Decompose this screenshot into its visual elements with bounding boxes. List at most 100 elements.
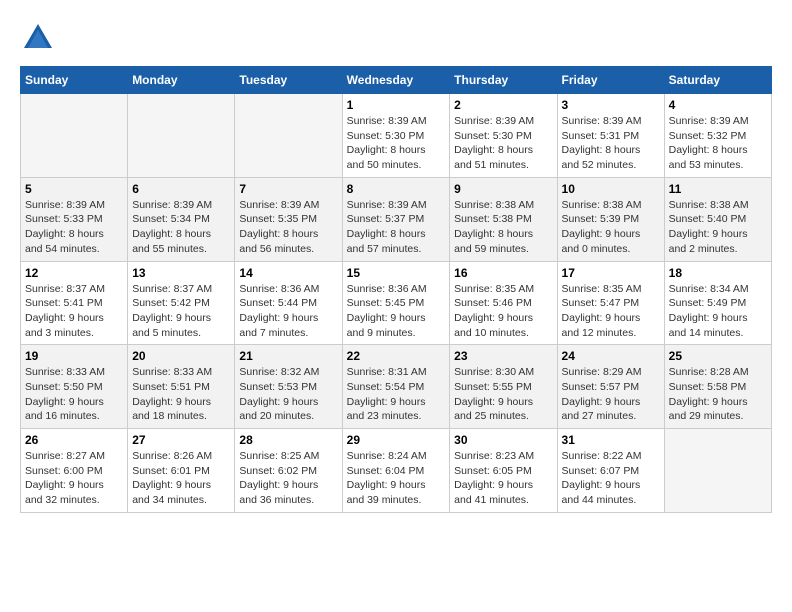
calendar-week-5: 26 Sunrise: 8:27 AM Sunset: 6:00 PM Dayli… <box>21 429 772 513</box>
day-number: 18 <box>669 266 767 280</box>
day-number: 21 <box>239 349 337 363</box>
page-header <box>20 20 772 56</box>
day-number: 16 <box>454 266 552 280</box>
calendar-cell <box>664 429 771 513</box>
calendar-cell: 3 Sunrise: 8:39 AM Sunset: 5:31 PM Daylig… <box>557 94 664 178</box>
day-number: 27 <box>132 433 230 447</box>
day-number: 6 <box>132 182 230 196</box>
calendar-cell: 2Sunrise: 8:39 AM Sunset: 5:30 PM Daylig… <box>450 94 557 178</box>
calendar-cell: 15Sunrise: 8:36 AM Sunset: 5:45 PM Dayli… <box>342 261 450 345</box>
day-info: Sunrise: 8:25 AM Sunset: 6:02 PM Dayligh… <box>239 449 337 508</box>
calendar-cell: 1 Sunrise: 8:39 AM Sunset: 5:30 PM Daylig… <box>342 94 450 178</box>
day-number: 30 <box>454 433 552 447</box>
day-info: Sunrise: 8:39 AM Sunset: 5:33 PM Dayligh… <box>25 198 123 257</box>
day-info: Sunrise: 8:35 AM Sunset: 5:46 PM Dayligh… <box>454 282 552 341</box>
day-number: 4 <box>669 98 767 112</box>
calendar-cell: 18 Sunrise: 8:34 AM Sunset: 5:49 PM Dayli… <box>664 261 771 345</box>
day-number: 28 <box>239 433 337 447</box>
day-number: 12 <box>25 266 123 280</box>
day-info: Sunrise: 8:38 AM Sunset: 5:39 PM Dayligh… <box>562 198 660 257</box>
day-number: 1 <box>347 98 446 112</box>
day-info: Sunrise: 8:39 AM Sunset: 5:30 PM Dayligh… <box>347 114 446 173</box>
calendar-cell: 16 Sunrise: 8:35 AM Sunset: 5:46 PM Dayli… <box>450 261 557 345</box>
day-number: 26 <box>25 433 123 447</box>
calendar-cell: 5 Sunrise: 8:39 AM Sunset: 5:33 PM Daylig… <box>21 177 128 261</box>
day-info: Sunrise: 8:39 AM Sunset: 5:34 PM Dayligh… <box>132 198 230 257</box>
day-info: Sunrise: 8:27 AM Sunset: 6:00 PM Dayligh… <box>25 449 123 508</box>
day-number: 31 <box>562 433 660 447</box>
calendar-cell: 11 Sunrise: 8:38 AM Sunset: 5:40 PM Dayli… <box>664 177 771 261</box>
calendar-cell: 19 Sunrise: 8:33 AM Sunset: 5:50 PM Dayli… <box>21 345 128 429</box>
logo-icon <box>20 20 56 56</box>
calendar-cell <box>128 94 235 178</box>
calendar-cell: 30 Sunrise: 8:23 AM Sunset: 6:05 PM Dayli… <box>450 429 557 513</box>
calendar-cell <box>21 94 128 178</box>
calendar-week-1: 1 Sunrise: 8:39 AM Sunset: 5:30 PM Daylig… <box>21 94 772 178</box>
day-info: Sunrise: 8:32 AM Sunset: 5:53 PM Dayligh… <box>239 365 337 424</box>
day-info: Sunrise: 8:23 AM Sunset: 6:05 PM Dayligh… <box>454 449 552 508</box>
calendar-cell: 13 Sunrise: 8:37 AM Sunset: 5:42 PM Dayli… <box>128 261 235 345</box>
calendar-cell: 26 Sunrise: 8:27 AM Sunset: 6:00 PM Dayli… <box>21 429 128 513</box>
calendar-cell: 7 Sunrise: 8:39 AM Sunset: 5:35 PM Daylig… <box>235 177 342 261</box>
day-number: 14 <box>239 266 337 280</box>
day-number: 8 <box>347 182 446 196</box>
day-number: 23 <box>454 349 552 363</box>
calendar-cell: 31Sunrise: 8:22 AM Sunset: 6:07 PM Dayli… <box>557 429 664 513</box>
column-header-thursday: Thursday <box>450 67 557 94</box>
day-number: 17 <box>562 266 660 280</box>
day-info: Sunrise: 8:30 AM Sunset: 5:55 PM Dayligh… <box>454 365 552 424</box>
column-header-wednesday: Wednesday <box>342 67 450 94</box>
day-info: Sunrise: 8:26 AM Sunset: 6:01 PM Dayligh… <box>132 449 230 508</box>
day-number: 22 <box>347 349 446 363</box>
day-number: 5 <box>25 182 123 196</box>
calendar-cell: 6 Sunrise: 8:39 AM Sunset: 5:34 PM Daylig… <box>128 177 235 261</box>
day-number: 11 <box>669 182 767 196</box>
day-number: 19 <box>25 349 123 363</box>
column-header-friday: Friday <box>557 67 664 94</box>
column-header-tuesday: Tuesday <box>235 67 342 94</box>
day-number: 9 <box>454 182 552 196</box>
day-number: 29 <box>347 433 446 447</box>
day-info: Sunrise: 8:29 AM Sunset: 5:57 PM Dayligh… <box>562 365 660 424</box>
day-number: 24 <box>562 349 660 363</box>
calendar-cell: 10 Sunrise: 8:38 AM Sunset: 5:39 PM Dayli… <box>557 177 664 261</box>
calendar-cell: 12 Sunrise: 8:37 AM Sunset: 5:41 PM Dayli… <box>21 261 128 345</box>
day-number: 7 <box>239 182 337 196</box>
day-info: Sunrise: 8:39 AM Sunset: 5:35 PM Dayligh… <box>239 198 337 257</box>
day-number: 25 <box>669 349 767 363</box>
calendar-cell: 9 Sunrise: 8:38 AM Sunset: 5:38 PM Daylig… <box>450 177 557 261</box>
day-number: 2 <box>454 98 552 112</box>
calendar: SundayMondayTuesdayWednesdayThursdayFrid… <box>20 66 772 513</box>
day-info: Sunrise: 8:35 AM Sunset: 5:47 PM Dayligh… <box>562 282 660 341</box>
day-info: Sunrise: 8:38 AM Sunset: 5:40 PM Dayligh… <box>669 198 767 257</box>
day-number: 10 <box>562 182 660 196</box>
calendar-cell: 23 Sunrise: 8:30 AM Sunset: 5:55 PM Dayli… <box>450 345 557 429</box>
calendar-cell: 22 Sunrise: 8:31 AM Sunset: 5:54 PM Dayli… <box>342 345 450 429</box>
day-number: 13 <box>132 266 230 280</box>
day-info: Sunrise: 8:38 AM Sunset: 5:38 PM Dayligh… <box>454 198 552 257</box>
calendar-cell: 25Sunrise: 8:28 AM Sunset: 5:58 PM Dayli… <box>664 345 771 429</box>
column-header-monday: Monday <box>128 67 235 94</box>
column-header-sunday: Sunday <box>21 67 128 94</box>
logo <box>20 20 56 56</box>
calendar-cell: 4 Sunrise: 8:39 AM Sunset: 5:32 PM Daylig… <box>664 94 771 178</box>
day-info: Sunrise: 8:24 AM Sunset: 6:04 PM Dayligh… <box>347 449 446 508</box>
calendar-cell: 20Sunrise: 8:33 AM Sunset: 5:51 PM Dayli… <box>128 345 235 429</box>
day-info: Sunrise: 8:39 AM Sunset: 5:32 PM Dayligh… <box>669 114 767 173</box>
day-number: 3 <box>562 98 660 112</box>
calendar-cell: 21 Sunrise: 8:32 AM Sunset: 5:53 PM Dayli… <box>235 345 342 429</box>
calendar-cell <box>235 94 342 178</box>
calendar-week-4: 19 Sunrise: 8:33 AM Sunset: 5:50 PM Dayli… <box>21 345 772 429</box>
day-info: Sunrise: 8:33 AM Sunset: 5:50 PM Dayligh… <box>25 365 123 424</box>
day-info: Sunrise: 8:37 AM Sunset: 5:41 PM Dayligh… <box>25 282 123 341</box>
day-info: Sunrise: 8:34 AM Sunset: 5:49 PM Dayligh… <box>669 282 767 341</box>
calendar-cell: 29 Sunrise: 8:24 AM Sunset: 6:04 PM Dayli… <box>342 429 450 513</box>
day-info: Sunrise: 8:36 AM Sunset: 5:45 PM Dayligh… <box>347 282 446 341</box>
day-info: Sunrise: 8:39 AM Sunset: 5:37 PM Dayligh… <box>347 198 446 257</box>
calendar-week-3: 12 Sunrise: 8:37 AM Sunset: 5:41 PM Dayli… <box>21 261 772 345</box>
calendar-cell: 14 Sunrise: 8:36 AM Sunset: 5:44 PM Dayli… <box>235 261 342 345</box>
day-info: Sunrise: 8:36 AM Sunset: 5:44 PM Dayligh… <box>239 282 337 341</box>
day-info: Sunrise: 8:37 AM Sunset: 5:42 PM Dayligh… <box>132 282 230 341</box>
day-info: Sunrise: 8:39 AM Sunset: 5:31 PM Dayligh… <box>562 114 660 173</box>
day-info: Sunrise: 8:31 AM Sunset: 5:54 PM Dayligh… <box>347 365 446 424</box>
